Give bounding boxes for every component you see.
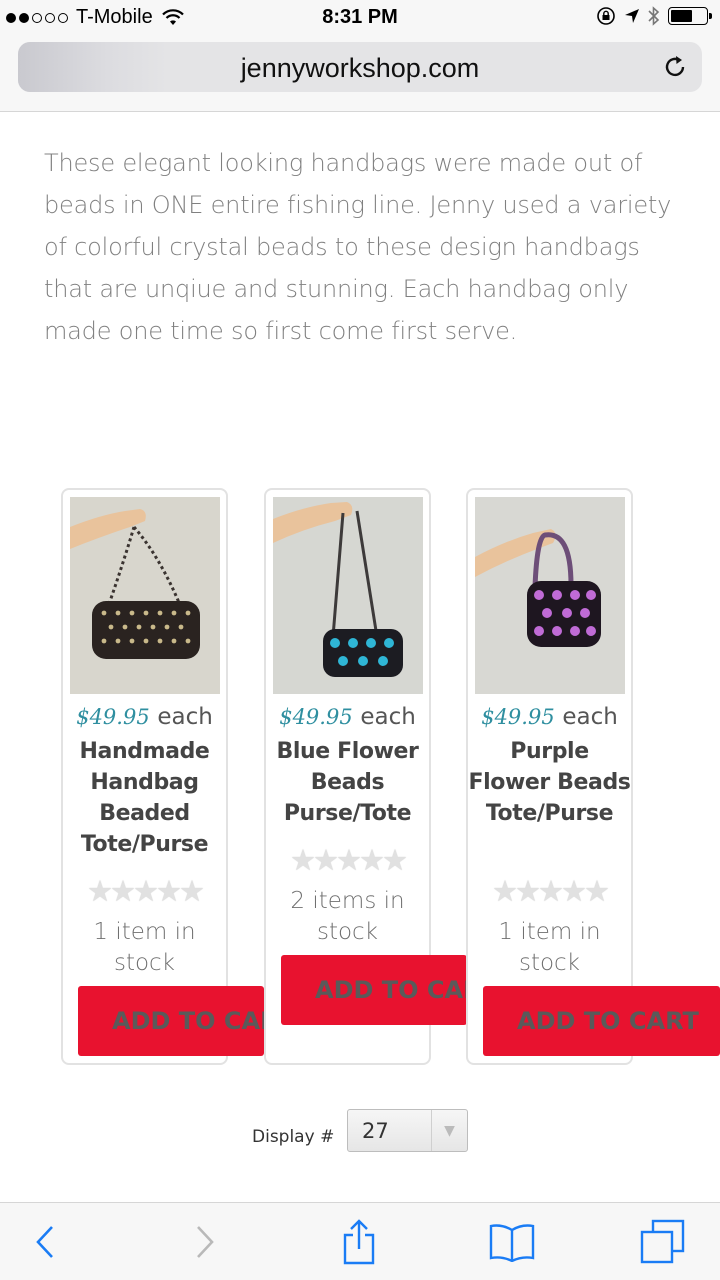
location-arrow-icon — [625, 9, 639, 23]
forward-icon[interactable] — [180, 1217, 230, 1267]
reload-icon[interactable] — [662, 54, 688, 80]
stock-status: 1 item in stock — [93, 919, 196, 976]
battery-icon — [668, 7, 712, 25]
status-bar: T-Mobile 8:31 PM — [0, 0, 720, 36]
product-price: $49.95 — [481, 705, 555, 729]
url-text[interactable]: jennyworkshop.com — [18, 53, 702, 84]
price-unit: each — [360, 704, 416, 730]
collection-description: These elegant looking handbags were made… — [44, 149, 672, 345]
share-icon[interactable] — [334, 1217, 384, 1267]
browser-address-bar: jennyworkshop.com — [0, 36, 720, 112]
display-count-select[interactable]: 27 ▼ — [347, 1109, 468, 1152]
product-price-line: $49.95 each — [266, 702, 429, 730]
url-field[interactable]: jennyworkshop.com — [18, 42, 702, 92]
product-name[interactable]: Purple Flower Beads Tote/Purse — [468, 736, 631, 829]
tabs-icon[interactable] — [637, 1217, 687, 1267]
display-count-label: Display # — [252, 1127, 335, 1147]
bookmarks-icon[interactable] — [487, 1217, 537, 1267]
bluetooth-icon — [648, 6, 660, 26]
product-image[interactable] — [475, 497, 625, 694]
product-image[interactable] — [70, 497, 220, 694]
rating-stars-icon: ★★★★★ — [492, 874, 610, 908]
product-price: $49.95 — [76, 705, 150, 729]
chevron-down-icon: ▼ — [431, 1110, 467, 1151]
add-to-cart-button[interactable]: ADD TO CART — [78, 986, 264, 1056]
rating-stars-icon: ★★★★★ — [290, 843, 408, 877]
browser-toolbar — [0, 1202, 720, 1280]
display-count-value: 27 — [362, 1119, 389, 1143]
price-unit: each — [562, 704, 618, 730]
product-name[interactable]: Blue Flower Beads Purse/Tote — [266, 736, 429, 829]
product-price-line: $49.95 each — [63, 702, 226, 730]
add-to-cart-button[interactable]: ADD TO CART — [483, 986, 720, 1056]
price-unit: each — [157, 704, 213, 730]
stock-status: 1 item in stock — [498, 919, 601, 976]
stock-status: 2 items in stock — [290, 888, 405, 945]
product-price-line: $49.95 each — [468, 702, 631, 730]
rating-stars-icon: ★★★★★ — [87, 874, 205, 908]
product-image[interactable] — [273, 497, 423, 694]
rotation-lock-icon — [597, 7, 615, 25]
product-name[interactable]: Handmade Handbag Beaded Tote/Purse — [63, 736, 226, 860]
product-price: $49.95 — [279, 705, 353, 729]
add-to-cart-button[interactable]: ADD TO CART — [281, 955, 467, 1025]
product-card: $49.95 each Handmade Handbag Beaded Tote… — [61, 488, 228, 1065]
product-card: $49.95 each Purple Flower Beads Tote/Pur… — [466, 488, 633, 1065]
status-right — [596, 6, 712, 26]
back-icon[interactable] — [20, 1217, 70, 1267]
